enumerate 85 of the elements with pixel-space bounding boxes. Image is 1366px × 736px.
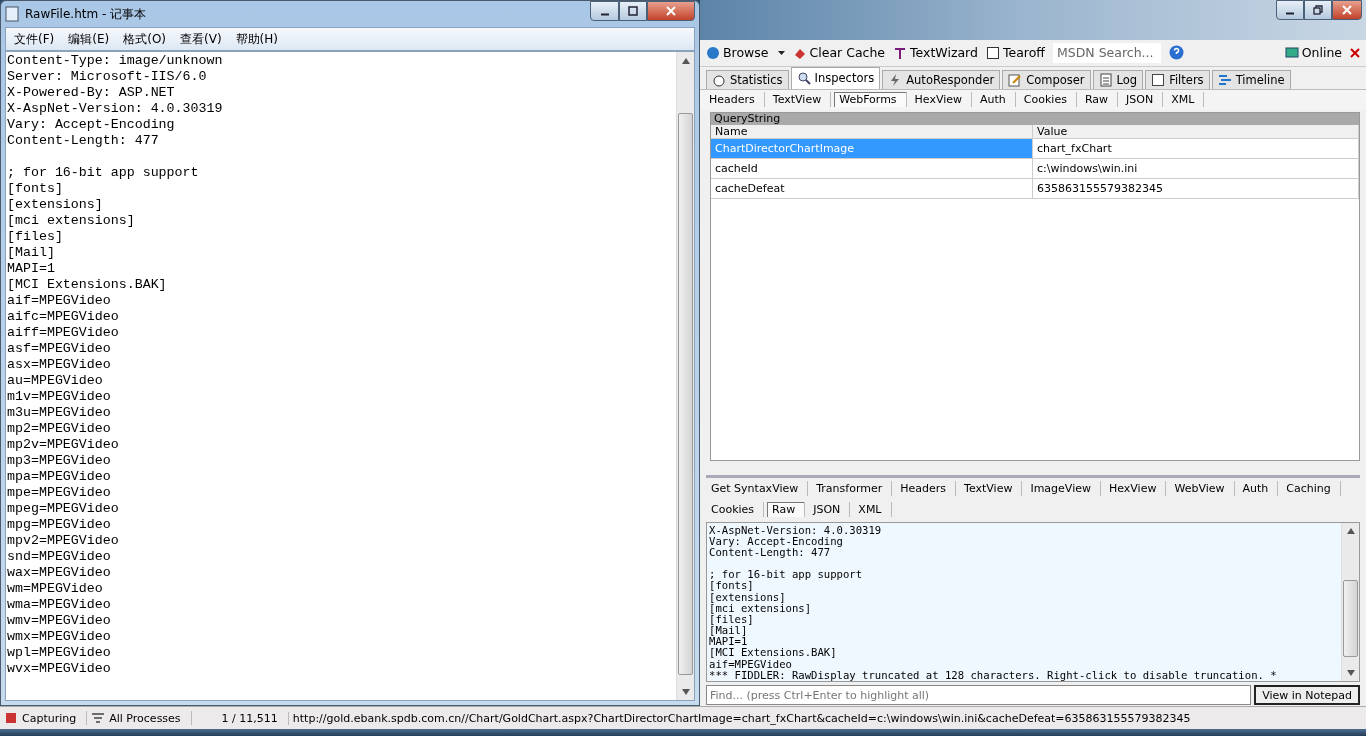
tab[interactable]: XML <box>1166 92 1205 108</box>
up-arrow-icon[interactable] <box>1346 528 1355 535</box>
close-icon[interactable] <box>1350 47 1360 58</box>
scrollbar[interactable] <box>1341 522 1359 681</box>
toolbar-button[interactable]: Clear Cache <box>792 45 886 61</box>
checkbox-icon <box>1151 72 1166 87</box>
tab[interactable]: WebForms <box>834 92 907 108</box>
url-text: http://gold.ebank.spdb.com.cn//Chart/GoldChart.aspx?ChartDirectorChartImage=chart_fxChart&cacheId=c:\windows\win.ini&cacheDefeat=635863155579382345 <box>291 711 1192 725</box>
tab[interactable]: Timeline <box>1211 69 1291 89</box>
table-cell[interactable]: c:\windows\win.ini <box>1033 158 1359 179</box>
window-title: RawFile.htm - 记事本 <box>25 5 147 23</box>
minimize-icon <box>1285 12 1295 15</box>
tab[interactable]: TextView <box>767 92 832 108</box>
restore-button[interactable] <box>1304 0 1332 20</box>
menu-item[interactable]: 格式(O) <box>119 30 171 48</box>
close-button[interactable] <box>647 1 695 21</box>
menu-item[interactable]: 帮助(H) <box>231 30 282 48</box>
tab[interactable]: JSON <box>1121 92 1164 108</box>
tab[interactable]: JSON <box>808 501 851 517</box>
toolbar-button[interactable]: TextWizard <box>893 45 978 61</box>
down-arrow-icon[interactable] <box>681 688 690 695</box>
tab[interactable]: ImageView <box>1025 480 1101 496</box>
scrollbar[interactable] <box>676 52 694 700</box>
document-icon <box>1098 72 1113 87</box>
caret-icon <box>777 50 785 55</box>
toolbar-button[interactable]: Tearoff <box>986 45 1045 61</box>
toolbar-button[interactable]: Browse <box>706 45 785 61</box>
search-field[interactable]: MSDN Search... <box>1053 42 1161 63</box>
tab[interactable]: Inspectors <box>790 66 881 89</box>
minimize-button[interactable] <box>590 1 619 21</box>
up-arrow-icon[interactable] <box>681 57 690 64</box>
menu-item[interactable]: 查看(V) <box>176 30 226 48</box>
table-cell[interactable]: chart_fxChart <box>1033 138 1359 159</box>
capture-icon <box>4 711 18 725</box>
table-cell[interactable]: 635863155579382345 <box>1033 178 1359 199</box>
tab[interactable]: AutoResponder <box>882 69 1001 89</box>
session-count: 1 / 11,511 <box>191 711 289 725</box>
window-icon <box>986 45 1000 60</box>
tab[interactable]: Transformer <box>811 480 893 496</box>
close-icon <box>1342 5 1352 15</box>
tab[interactable]: Auth <box>1237 480 1279 496</box>
tab[interactable]: Raw <box>1079 92 1119 108</box>
tab[interactable]: Auth <box>975 92 1016 108</box>
filter-icon <box>91 711 106 725</box>
tab[interactable]: Caching <box>1281 480 1341 496</box>
notepad-icon <box>5 6 19 22</box>
pencil-icon <box>1008 72 1023 87</box>
letter-icon <box>893 45 908 60</box>
tab[interactable]: HexView <box>909 92 973 108</box>
capturing-indicator[interactable]: Capturing <box>0 711 88 725</box>
close-button[interactable] <box>1332 0 1362 20</box>
tab[interactable]: HexView <box>1103 480 1167 496</box>
table-cell[interactable]: cacheDefeat <box>711 178 1033 199</box>
view-in-notepad-button[interactable]: View in Notepad <box>1254 685 1360 705</box>
menu-item[interactable]: 文件(F) <box>10 30 59 48</box>
close-icon <box>666 6 676 16</box>
panel-title: QueryString <box>711 112 1359 125</box>
tab[interactable]: Filters <box>1145 69 1210 89</box>
restore-icon <box>1313 5 1323 15</box>
find-field[interactable]: Find... (press Ctrl+Enter to highlight all) <box>706 685 1252 705</box>
timeline-icon <box>1217 72 1232 87</box>
process-filter[interactable]: All Processes <box>87 711 192 725</box>
table-cell[interactable]: cacheId <box>711 158 1033 179</box>
tab[interactable]: Raw <box>767 501 806 517</box>
minimize-icon <box>599 13 610 16</box>
tab[interactable]: WebView <box>1169 480 1235 496</box>
tab[interactable]: TextView <box>959 480 1023 496</box>
tab[interactable]: Cookies <box>1018 92 1077 108</box>
tab[interactable]: Headers <box>704 92 765 108</box>
globe-icon <box>706 45 720 60</box>
maximize-icon <box>628 6 638 16</box>
minimize-button[interactable] <box>1276 0 1304 20</box>
tab[interactable]: Log <box>1092 69 1144 89</box>
help-icon[interactable] <box>1169 45 1184 61</box>
maximize-button[interactable] <box>619 1 647 21</box>
menu-item[interactable]: 编辑(E) <box>64 30 114 48</box>
tab[interactable]: Composer <box>1002 69 1091 89</box>
tab[interactable]: Headers <box>895 480 957 496</box>
tab[interactable]: XML <box>853 501 892 517</box>
tab[interactable]: Statistics <box>706 69 789 89</box>
down-arrow-icon[interactable] <box>1346 669 1355 676</box>
tab[interactable]: Get SyntaxView <box>706 480 809 496</box>
tab[interactable]: Cookies <box>706 501 765 517</box>
magnifier-icon <box>796 71 811 86</box>
online-button[interactable]: Online <box>1284 45 1342 61</box>
